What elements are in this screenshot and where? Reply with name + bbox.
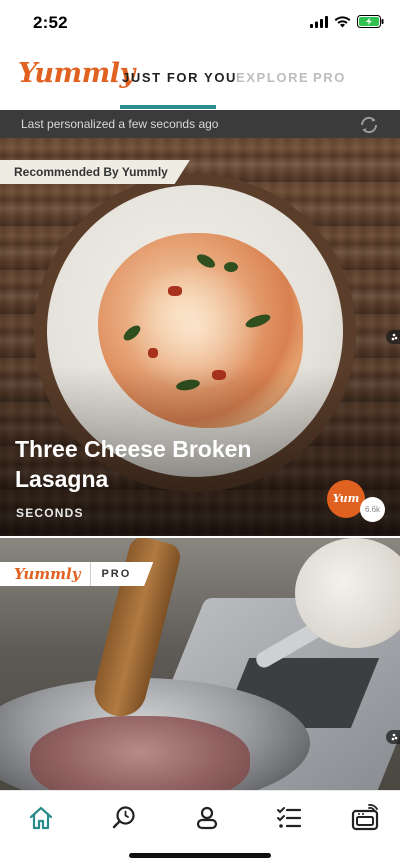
shopping-list-icon[interactable] [272,801,306,835]
tomato-piece [168,286,182,296]
recipe-card-pro[interactable]: Yummly PRO [0,538,400,790]
home-icon[interactable] [24,801,58,835]
app-header: Yummly JUST FOR YOU EXPLORE PRO [0,48,400,110]
signal-icon [310,15,328,33]
home-indicator[interactable] [129,853,271,858]
yummly-pro-badge: Yummly PRO [0,562,154,586]
yum-count-badge: 6.6k [360,497,385,522]
refresh-icon[interactable] [358,114,380,136]
wifi-icon [334,15,351,33]
tab-pro[interactable]: PRO [313,70,346,85]
profile-icon[interactable] [190,801,224,835]
more-options-icon[interactable] [386,730,400,744]
battery-charging-icon [357,15,384,33]
recipe-title[interactable]: Three Cheese Broken Lasagna [15,434,275,494]
ground-meat [30,716,250,790]
personalized-status: Last personalized a few seconds ago [21,117,219,131]
tab-explore[interactable]: EXPLORE [236,70,309,85]
search-icon[interactable] [107,801,141,835]
tab-just-for-you[interactable]: JUST FOR YOU [122,70,237,85]
status-time: 2:52 [33,13,68,32]
more-options-icon[interactable] [386,330,400,344]
status-icons [310,15,384,33]
smart-appliance-icon[interactable] [348,801,382,835]
personalized-bar: Last personalized a few seconds ago [0,110,400,138]
tomato-piece [148,348,158,358]
active-tab-indicator [120,105,216,109]
yum-button[interactable]: Yum [327,480,365,518]
recipe-time: SECONDS [16,506,84,520]
recipe-card-hero[interactable]: Recommended By Yummly Three Cheese Broke… [0,138,400,536]
yummly-logo[interactable]: Yummly [18,58,135,89]
pro-badge-logo: Yummly [0,562,92,586]
basil-leaf [224,262,238,272]
recommended-tag: Recommended By Yummly [0,160,190,184]
pro-badge-label: PRO [101,568,132,580]
status-bar: 2:52 [0,0,400,48]
